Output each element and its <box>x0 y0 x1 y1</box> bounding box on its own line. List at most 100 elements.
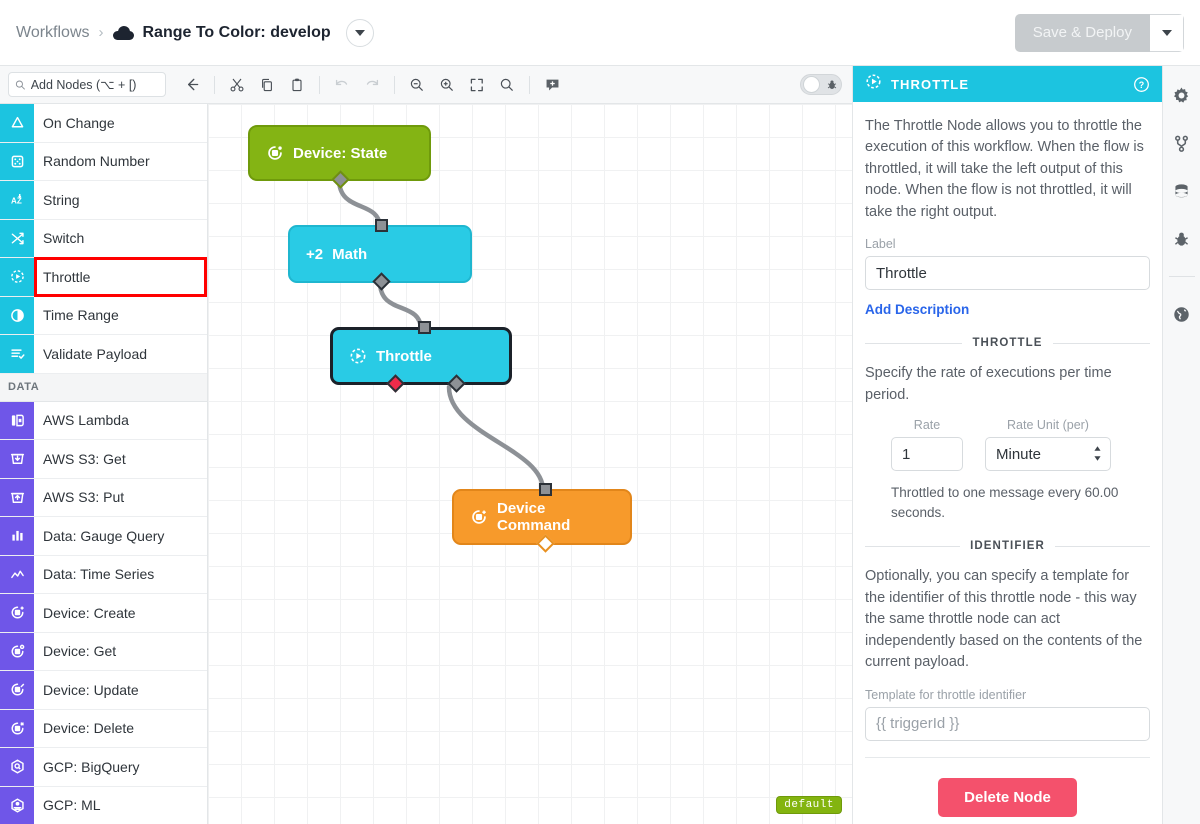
redo-button[interactable] <box>358 71 386 99</box>
palette-item-switch[interactable]: Switch <box>0 219 207 258</box>
save-and-deploy-button[interactable]: Save & Deploy <box>1014 13 1150 52</box>
palette-item-on-change[interactable]: On Change <box>0 104 207 143</box>
bucket-down-icon <box>0 440 34 478</box>
top-header: Workflows › Range To Color: develop Save… <box>0 0 1200 66</box>
zoom-in-button[interactable] <box>433 71 461 99</box>
deploy-options-button[interactable] <box>1150 13 1184 52</box>
device-command-icon <box>470 508 488 526</box>
copy-button[interactable] <box>253 71 281 99</box>
lambda-icon <box>0 401 34 439</box>
zoom-in-icon <box>440 78 454 91</box>
palette-item-data-gauge-query[interactable]: Data: Gauge Query <box>0 517 207 556</box>
palette-item-gcp-ml[interactable]: GCP: ML <box>0 786 207 824</box>
chevron-down-icon <box>1161 29 1172 36</box>
section-divider-identifier: IDENTIFIER <box>865 540 1150 552</box>
node-input-port[interactable] <box>375 219 388 232</box>
undo-button[interactable] <box>328 71 356 99</box>
zoom-out-button[interactable] <box>403 71 431 99</box>
database-icon[interactable] <box>1169 178 1195 204</box>
line-chart-icon <box>0 555 34 593</box>
label-input[interactable] <box>865 256 1150 291</box>
throttle-icon <box>865 73 882 95</box>
az-icon: AZ <box>0 181 34 219</box>
question-circle-icon: ? <box>1134 76 1149 92</box>
search-input[interactable] <box>30 77 159 92</box>
node-input-port[interactable] <box>539 483 552 496</box>
branch-icon[interactable] <box>1169 130 1195 156</box>
palette-item-aws-s3-put[interactable]: AWS S3: Put <box>0 478 207 517</box>
delete-node-button[interactable]: Delete Node <box>938 777 1077 817</box>
node-label: Device: State <box>293 144 388 162</box>
palette-item-label: Throttle <box>34 257 207 297</box>
palette-item-data-time-series[interactable]: Data: Time Series <box>0 555 207 594</box>
canvas-node-throttle[interactable]: Throttle <box>330 321 512 393</box>
device-edit-icon <box>0 671 34 709</box>
rate-unit-select[interactable]: SecondMinuteHourDay <box>985 437 1111 472</box>
node-label: Device Command <box>497 500 571 534</box>
rail-divider <box>1168 276 1195 277</box>
cut-button[interactable] <box>223 71 251 99</box>
palette-item-aws-s3-get[interactable]: AWS S3: Get <box>0 440 207 479</box>
palette-item-label: String <box>43 191 80 208</box>
workflow-menu-button[interactable] <box>345 18 374 47</box>
breadcrumb-separator: › <box>98 24 104 41</box>
breadcrumb: Workflows › Range To Color: develop <box>16 18 374 47</box>
clock-half-icon <box>0 296 34 334</box>
section-divider-throttle: THROTTLE <box>865 337 1150 349</box>
workflow-canvas[interactable]: Device: State +2 Math Throttle Device Co… <box>208 104 852 824</box>
toolbar-divider <box>214 75 215 94</box>
palette-item-label: Random Number <box>43 153 150 170</box>
help-button[interactable]: ? <box>1133 76 1150 93</box>
fit-to-screen-button[interactable] <box>463 71 491 99</box>
canvas-node-device-state[interactable]: Device: State <box>248 125 431 189</box>
throttle-computed-note: Throttled to one message every 60.00 sec… <box>891 485 1119 520</box>
panel-divider <box>865 756 1150 758</box>
node-palette-sidebar[interactable]: On Change Random Number AZ String Switch Thro… <box>0 104 208 824</box>
add-description-link[interactable]: Add Description <box>865 302 969 317</box>
bug-icon <box>827 79 837 89</box>
device-plus-icon <box>0 594 34 632</box>
palette-item-string[interactable]: AZ String <box>0 181 207 220</box>
back-button[interactable] <box>178 71 206 99</box>
identifier-description: Optionally, you can specify a template f… <box>865 568 1143 671</box>
hex-ml-icon <box>0 786 34 824</box>
rate-input[interactable] <box>891 437 963 472</box>
palette-item-label: On Change <box>43 114 115 131</box>
palette-item-time-range[interactable]: Time Range <box>0 296 207 335</box>
breadcrumb-workflows-link[interactable]: Workflows <box>16 24 90 42</box>
svg-text:AZ: AZ <box>11 197 22 206</box>
node-input-port[interactable] <box>418 321 431 334</box>
debug-toggle[interactable] <box>800 74 842 95</box>
section-divider-label: IDENTIFIER <box>970 540 1045 553</box>
throttle-icon <box>0 258 34 296</box>
gear-icon[interactable] <box>1169 82 1195 108</box>
globe-icon[interactable] <box>1169 301 1195 327</box>
throttle-intro-text: Specify the rate of executions per time … <box>865 365 1112 403</box>
canvas-node-device-command[interactable]: Device Command <box>452 483 632 553</box>
toolbar-divider <box>319 75 320 94</box>
palette-item-aws-lambda[interactable]: AWS Lambda <box>0 401 207 440</box>
add-comment-button[interactable] <box>538 71 566 99</box>
page-title: Range To Color: develop <box>142 23 331 41</box>
chevron-down-icon <box>354 29 365 36</box>
palette-item-device-update[interactable]: Device: Update <box>0 671 207 710</box>
device-get-icon <box>0 632 34 670</box>
bug-icon[interactable] <box>1169 226 1195 252</box>
connection-lines <box>336 176 546 493</box>
identifier-template-input[interactable] <box>865 706 1150 741</box>
bar-chart-icon <box>0 517 34 555</box>
canvas-node-math[interactable]: +2 Math <box>288 219 472 291</box>
section-divider-label: THROTTLE <box>972 337 1043 350</box>
palette-item-label: GCP: BigQuery <box>43 758 140 775</box>
palette-item-device-create[interactable]: Device: Create <box>0 594 207 633</box>
palette-item-throttle[interactable]: Throttle <box>0 257 207 297</box>
palette-item-validate-payload[interactable]: Validate Payload <box>0 335 207 374</box>
palette-item-random-number[interactable]: Random Number <box>0 142 207 181</box>
reset-zoom-button[interactable] <box>493 71 521 99</box>
debug-toggle-wrap <box>800 74 842 95</box>
palette-item-device-delete[interactable]: Device: Delete <box>0 709 207 748</box>
palette-item-device-get[interactable]: Device: Get <box>0 632 207 671</box>
add-nodes-search[interactable] <box>8 72 166 97</box>
paste-button[interactable] <box>283 71 311 99</box>
palette-item-gcp-bigquery[interactable]: GCP: BigQuery <box>0 748 207 787</box>
